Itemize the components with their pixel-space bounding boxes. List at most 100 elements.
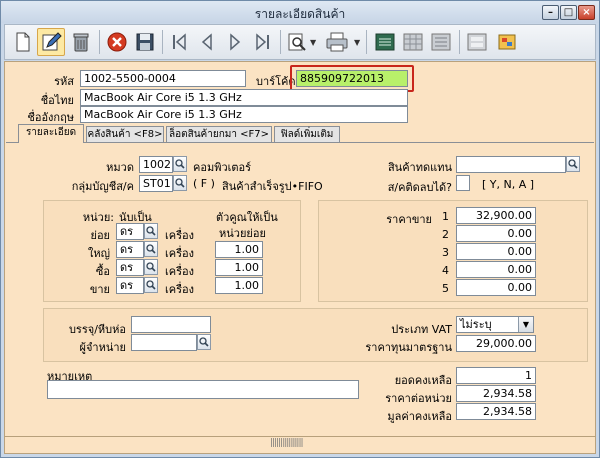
unit-header: หน่วย: <box>82 211 114 224</box>
unit-row-label: ใหญ่ <box>88 247 110 260</box>
toolbar-separator <box>162 30 163 54</box>
unit-row-label: ขาย <box>89 283 110 296</box>
new-button[interactable] <box>9 28 37 56</box>
tab-warehouse[interactable]: คลังสินค้า <F8> <box>86 126 164 142</box>
price-number: 3 <box>442 246 449 259</box>
list-view-button[interactable] <box>427 28 455 56</box>
unit-lookup-button[interactable] <box>144 259 158 275</box>
search-icon <box>146 244 156 254</box>
next-record-button[interactable] <box>221 28 249 56</box>
substitute-field[interactable] <box>456 156 566 173</box>
price-field[interactable]: 0.00 <box>456 261 536 278</box>
pack-label: บรรจุ/หีบห่อ <box>68 323 126 336</box>
pack-field[interactable] <box>131 316 211 333</box>
save-button[interactable] <box>131 28 159 56</box>
search-icon <box>146 280 156 290</box>
unit-cost-field[interactable]: 2,934.58 <box>456 385 536 402</box>
chevron-down-icon[interactable]: ▼ <box>354 38 360 47</box>
price-field[interactable]: 0.00 <box>456 225 536 242</box>
minimize-button[interactable]: – <box>542 5 559 20</box>
category-name: คอมพิวเตอร์ <box>193 161 252 174</box>
unit-suffix: เครื่อง <box>165 265 195 278</box>
supplier-field[interactable] <box>131 334 197 351</box>
supplier-lookup-button[interactable] <box>197 334 211 350</box>
category-label: หมวด <box>106 161 134 174</box>
edit-button[interactable] <box>37 28 65 56</box>
attachment-icon <box>467 33 487 51</box>
price-field[interactable]: 0.00 <box>456 279 536 296</box>
report-button[interactable] <box>371 28 399 56</box>
chevron-down-icon[interactable]: ▼ <box>518 317 533 332</box>
next-icon <box>230 33 241 51</box>
remain-value-label: มูลค่าคงเหลือ <box>387 410 452 423</box>
tab-extra-fields[interactable]: ฟิลด์เพิ่มเติม <box>274 126 340 142</box>
unit-lookup-button[interactable] <box>144 277 158 293</box>
window-title: รายละเอียดสินค้า <box>254 7 346 21</box>
price-number: 2 <box>442 228 449 241</box>
close-button[interactable]: × <box>578 5 595 20</box>
unit-lookup-button[interactable] <box>144 241 158 257</box>
unit-field[interactable]: ดร <box>116 223 144 240</box>
unit-field[interactable]: ดร <box>116 241 144 258</box>
tab-details[interactable]: รายละเอียด <box>18 124 84 143</box>
printer-icon <box>326 32 348 52</box>
unit-suffix: เครื่อง <box>165 247 195 260</box>
unit-suffix: เครื่อง <box>165 283 195 296</box>
maximize-button[interactable]: □ <box>560 5 577 20</box>
barcode-field[interactable]: 885909722013 <box>296 70 408 87</box>
thai-name-label: ชื่อไทย <box>40 94 74 107</box>
code-field[interactable]: 1002-5500-0004 <box>80 70 246 87</box>
trash-icon <box>73 33 89 52</box>
std-cost-field[interactable]: 29,000.00 <box>456 335 536 352</box>
eng-name-field[interactable]: MacBook Air Core i5 1.3 GHz <box>80 106 408 123</box>
thai-name-field[interactable]: MacBook Air Core i5 1.3 GHz <box>80 89 408 106</box>
previous-icon <box>201 33 212 51</box>
notes-field[interactable] <box>47 380 359 399</box>
first-record-button[interactable] <box>165 28 193 56</box>
splitter-grip-icon[interactable]: |||||||||||||||| <box>270 438 304 448</box>
report-icon <box>375 33 395 51</box>
stock-negative-field[interactable] <box>456 175 470 191</box>
unit-field[interactable]: ดร <box>116 277 144 294</box>
cancel-button[interactable] <box>103 28 131 56</box>
account-group-name: สินค้าสำเร็จรูป•FIFO <box>222 180 323 193</box>
image-button[interactable] <box>493 28 521 56</box>
document-search-icon <box>288 33 306 51</box>
account-group-lookup-button[interactable] <box>173 175 187 191</box>
unit-row-label: ซื้อ <box>95 265 110 278</box>
unit-field[interactable]: ดร <box>116 259 144 276</box>
price-number: 4 <box>442 264 449 277</box>
delete-button[interactable] <box>67 28 95 56</box>
last-icon <box>256 33 269 51</box>
unit-factor-field[interactable]: 1.00 <box>215 259 263 276</box>
search-icon <box>175 178 185 188</box>
unit-factor-field[interactable]: 1.00 <box>215 277 263 294</box>
attachment-button[interactable] <box>463 28 491 56</box>
balance-qty-label: ยอดคงเหลือ <box>394 374 452 387</box>
category-lookup-button[interactable] <box>173 156 187 172</box>
toolbar-separator <box>366 30 367 54</box>
search-icon <box>175 159 185 169</box>
balance-qty-field[interactable]: 1 <box>456 367 536 384</box>
multiplier-subheader: หน่วยย่อย <box>219 227 266 240</box>
last-record-button[interactable] <box>249 28 277 56</box>
category-code-field[interactable]: 1002 <box>139 156 173 173</box>
price-number: 5 <box>442 282 449 295</box>
unit-cost-label: ราคาต่อหน่วย <box>385 392 452 405</box>
search-icon <box>568 159 578 169</box>
print-button[interactable] <box>323 28 351 56</box>
price-field[interactable]: 32,900.00 <box>456 207 536 224</box>
price-field[interactable]: 0.00 <box>456 243 536 260</box>
tab-lot-forward[interactable]: ล็อตสินค้ายกมา <F7> <box>166 126 272 142</box>
remain-value-field[interactable]: 2,934.58 <box>456 403 536 420</box>
unit-factor-field[interactable]: 1.00 <box>215 241 263 258</box>
previous-record-button[interactable] <box>193 28 221 56</box>
stock-negative-hint: [ Y, N, A ] <box>482 178 535 191</box>
chevron-down-icon[interactable]: ▼ <box>310 38 316 47</box>
unit-lookup-button[interactable] <box>144 223 158 239</box>
grid-view-button[interactable] <box>399 28 427 56</box>
substitute-lookup-button[interactable] <box>566 156 580 172</box>
account-group-code-field[interactable]: ST01 <box>139 175 173 192</box>
search-icon <box>199 337 209 347</box>
search-button[interactable] <box>283 28 311 56</box>
